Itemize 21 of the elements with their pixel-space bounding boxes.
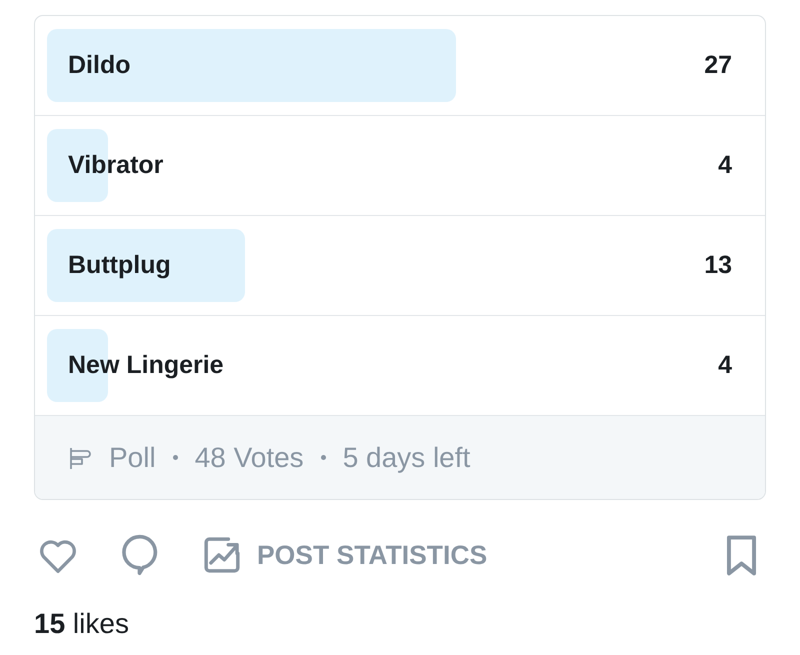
likes-count: 15 likes bbox=[34, 608, 129, 640]
bookmark-icon[interactable] bbox=[725, 534, 758, 576]
comment-icon[interactable] bbox=[121, 534, 158, 576]
vote-count: 4 bbox=[718, 151, 732, 180]
vote-count: 27 bbox=[704, 51, 732, 80]
option-label: New Lingerie bbox=[68, 351, 224, 380]
poll-option[interactable]: Vibrator 4 bbox=[47, 129, 753, 202]
separator-dot-icon bbox=[172, 455, 178, 460]
poll-option[interactable]: New Lingerie 4 bbox=[47, 329, 753, 402]
vote-count: 13 bbox=[704, 251, 732, 280]
poll-option[interactable]: Buttplug 13 bbox=[47, 229, 753, 302]
time-left: 5 days left bbox=[342, 442, 470, 474]
vote-count: 4 bbox=[718, 351, 732, 380]
poll-option[interactable]: Dildo 27 bbox=[47, 29, 753, 102]
vote-total: 48 Votes bbox=[194, 442, 304, 474]
option-label: Buttplug bbox=[68, 251, 171, 280]
chart-icon bbox=[203, 536, 241, 574]
option-label: Vibrator bbox=[68, 151, 164, 180]
option-label: Dildo bbox=[68, 51, 130, 80]
separator-dot-icon bbox=[320, 455, 326, 460]
poll-type-label: Poll bbox=[109, 442, 156, 474]
